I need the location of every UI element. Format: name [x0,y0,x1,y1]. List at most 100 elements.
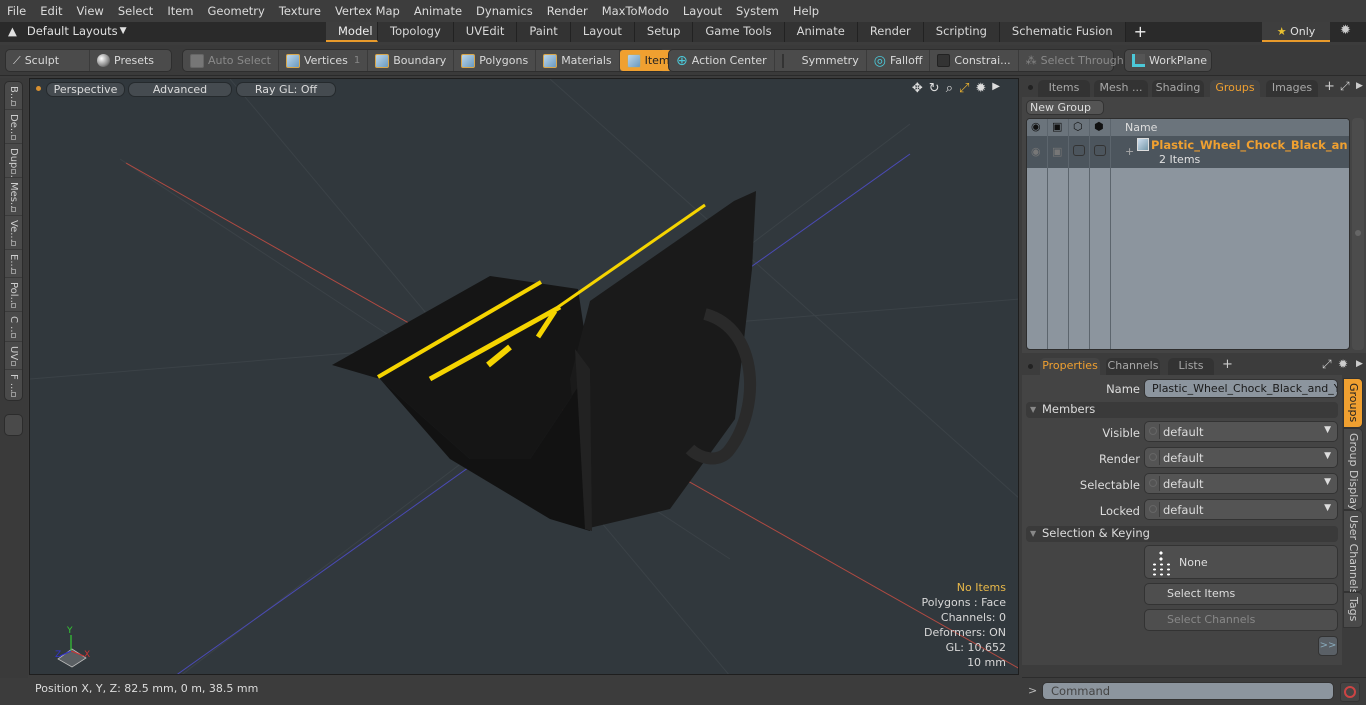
row-selectable-checkbox[interactable] [1073,145,1085,156]
lock-cube-icon[interactable]: ⬢ [1094,120,1104,133]
more-button[interactable]: >> [1318,636,1338,656]
select-channels-button[interactable]: Select Channels [1144,609,1338,631]
name-input[interactable]: Plastic_Wheel_Chock_Black_and_Yello [1144,379,1338,398]
left-tab-vertex[interactable]: Ve... [5,216,22,250]
tab-schematic-fusion[interactable]: Schematic Fusion [999,22,1126,42]
menu-system[interactable]: System [729,4,786,18]
add-tab-button[interactable]: + [1126,22,1155,42]
menu-texture[interactable]: Texture [272,4,328,18]
view-mode-button[interactable]: Perspective [46,82,125,97]
render-dropdown[interactable]: default ▼ [1144,447,1338,468]
tab-model[interactable]: Model [326,22,378,42]
menu-edit[interactable]: Edit [33,4,69,18]
members-section[interactable]: ▼ Members [1026,402,1338,418]
selection-keying-section[interactable]: ▼ Selection & Keying [1026,526,1338,542]
side-tab-group-display[interactable]: Group Display [1343,428,1363,511]
left-tab-basic[interactable]: B... [5,82,22,110]
tab-items[interactable]: Items [1038,80,1090,97]
materials-button[interactable]: Materials [536,50,620,71]
raygl-button[interactable]: Ray GL: Off [236,82,336,97]
tab-render[interactable]: Render [857,22,924,42]
row-lock-checkbox[interactable] [1094,145,1106,156]
groups-list-scrollbar[interactable] [1352,118,1364,350]
selectable-dropdown[interactable]: default ▼ [1144,473,1338,494]
tab-uvedit[interactable]: UVEdit [453,22,518,42]
expand-plus-icon[interactable]: + [1125,145,1134,158]
side-tab-tags[interactable]: Tags [1343,592,1363,628]
row-eye-icon[interactable]: ◉ [1031,145,1041,158]
tab-images[interactable]: Images [1266,80,1318,97]
workplane-button[interactable]: WorkPlane [1125,50,1214,71]
expand-arrow-icon[interactable]: ▶ [992,81,1000,96]
tab-topology[interactable]: Topology [378,22,454,42]
group-name[interactable]: Plastic_Wheel_Chock_Black_an ... [1151,138,1349,152]
gear-icon[interactable]: ✹ [1340,23,1351,38]
falloff-button[interactable]: ◎ Falloff [867,50,931,71]
left-tab-curve[interactable]: C ... [5,312,22,342]
tab-scripting[interactable]: Scripting [923,22,1000,42]
properties-arrow-icon[interactable]: ▶ [1356,359,1363,369]
maximize-icon[interactable]: ⤢ [959,81,969,96]
tab-channels[interactable]: Channels [1106,358,1160,375]
collapse-arrow-icon[interactable]: ▲ [8,24,17,38]
menu-view[interactable]: View [70,4,111,18]
left-tab-duplicate[interactable]: Dup... [5,144,22,178]
menu-dynamics[interactable]: Dynamics [469,4,540,18]
left-tab-deform[interactable]: De... [5,110,22,144]
panel-menu-dot-icon[interactable] [1028,85,1033,90]
shading-mode-button[interactable]: Advanced [128,82,232,97]
menu-help[interactable]: Help [786,4,826,18]
group-row[interactable]: ◉ ▣ + Plastic_Wheel_Chock_Black_an ... 2… [1027,136,1349,168]
left-tab-uv[interactable]: UV [5,342,22,370]
tab-animate[interactable]: Animate [784,22,858,42]
layouts-dropdown[interactable]: ▲ Default Layouts ▼ [8,24,127,38]
left-tab-mesh-edit[interactable]: Mes... [5,178,22,216]
visibility-eye-icon[interactable]: ◉ [1031,120,1041,133]
render-camera-icon[interactable]: ▣ [1052,120,1062,133]
viewport-gear-icon[interactable]: ✹ [975,81,986,96]
panel-arrow-icon[interactable]: ▶ [1356,81,1363,91]
menu-layout[interactable]: Layout [676,4,729,18]
rotate-icon[interactable]: ↻ [929,81,940,96]
add-panel-tab-icon[interactable]: + [1324,79,1335,94]
properties-gear-icon[interactable]: ✹ [1338,357,1348,371]
menu-geometry[interactable]: Geometry [201,4,272,18]
keying-none-button[interactable]: None [1144,545,1338,579]
new-group-button[interactable]: New Group [1026,100,1104,115]
side-tab-user-channels[interactable]: User Channels [1343,510,1363,594]
command-input[interactable]: Command [1042,682,1334,700]
menu-maxtomodo[interactable]: MaxToModo [595,4,676,18]
select-through-button[interactable]: ⁂ Select Through [1019,50,1131,71]
left-tab-fusion[interactable]: F ... [5,370,22,400]
menu-file[interactable]: File [0,4,33,18]
presets-button[interactable]: Presets [90,50,161,71]
sculpt-button[interactable]: ⟋ Sculpt [6,50,90,71]
tab-game-tools[interactable]: Game Tools [693,22,785,42]
visible-dropdown[interactable]: default ▼ [1144,421,1338,442]
menu-item[interactable]: Item [160,4,200,18]
action-center-button[interactable]: ⊕ Action Center [669,50,775,71]
add-properties-tab-icon[interactable]: + [1222,357,1233,372]
polygons-button[interactable]: Polygons [454,50,537,71]
constraints-button[interactable]: Constrai... [930,50,1019,71]
left-tab-extra[interactable] [4,414,23,436]
side-tab-groups[interactable]: Groups [1343,378,1363,428]
properties-expand-icon[interactable]: ⤢ [1322,357,1332,372]
menu-vertex-map[interactable]: Vertex Map [328,4,407,18]
locked-dropdown[interactable]: default ▼ [1144,499,1338,520]
vertices-button[interactable]: Vertices 1 [279,50,369,71]
tab-lists[interactable]: Lists [1168,358,1214,375]
only-toggle[interactable]: ★ Only [1262,22,1330,42]
tab-setup[interactable]: Setup [634,22,694,42]
tab-groups[interactable]: Groups [1210,80,1260,97]
pan-icon[interactable]: ✥ [912,81,923,96]
viewport-scene[interactable]: Y X Z [30,79,1019,675]
zoom-icon[interactable]: ⌕ [946,81,953,96]
auto-select-button[interactable]: Auto Select [183,50,279,71]
left-tab-edge[interactable]: E... [5,250,22,278]
record-macro-icon[interactable] [1340,682,1360,702]
3d-viewport[interactable]: Y X Z Perspective Advanced Ray GL: Off ✥… [29,78,1019,675]
viewport-menu-dot-icon[interactable] [36,86,41,91]
symmetry-button[interactable]: Symmetry [775,50,867,71]
panel-expand-icon[interactable]: ⤢ [1340,79,1350,94]
